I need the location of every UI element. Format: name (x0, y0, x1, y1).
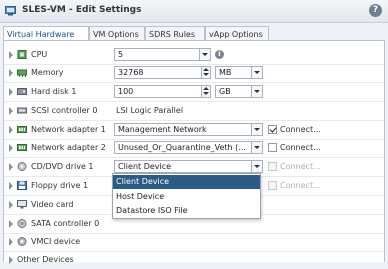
expand-arrow-icon[interactable] (9, 51, 13, 59)
device-row-network-1: Network adapter 1 Management Network Con… (4, 121, 384, 140)
memory-input[interactable]: 32768 (114, 66, 211, 79)
network-2-select[interactable]: Unused_Or_Quarantine_Veth (... (114, 141, 263, 154)
cdrom-select[interactable]: Client Device (114, 160, 263, 173)
device-row-vmci: VMCI device (4, 233, 384, 252)
chevron-down-icon[interactable] (251, 142, 262, 153)
tab-virtual-hardware[interactable]: Virtual Hardware (3, 26, 89, 41)
tab-vapp-options[interactable]: vApp Options (205, 26, 269, 41)
disk-size-input[interactable]: 100 (114, 85, 211, 98)
cdrom-dropdown-menu: Client Device Host Device Datastore ISO … (112, 173, 261, 219)
device-label: CPU (31, 50, 48, 59)
cpu-value: 5 (118, 50, 124, 59)
device-label: Memory (31, 68, 64, 77)
spinner-icon[interactable] (201, 67, 210, 78)
chevron-down-icon[interactable] (251, 67, 262, 78)
vm-icon (5, 6, 16, 16)
menu-item-datastore-iso[interactable]: Datastore ISO File (113, 204, 260, 218)
spinner-icon[interactable] (201, 86, 210, 97)
memory-value: 32768 (118, 68, 144, 77)
chevron-down-icon[interactable] (251, 161, 262, 172)
network-2-connect-checkbox[interactable] (268, 143, 277, 152)
expand-arrow-icon[interactable] (9, 238, 13, 246)
expand-arrow-icon[interactable] (9, 144, 13, 152)
help-button[interactable]: ? (369, 4, 382, 17)
hardware-panel: CPU 5 i Memory 32768 MB Hard disk 1 100 … (3, 40, 385, 264)
floppy-connect-label: Connect... (280, 181, 321, 190)
menu-item-host-device[interactable]: Host Device (113, 190, 260, 204)
cdrom-icon (17, 162, 27, 171)
network-2-connect-label: Connect... (280, 143, 321, 152)
title-bar: SLES-VM - Edit Settings ? (0, 0, 388, 23)
device-label: Other Devices (17, 255, 74, 264)
disk-icon (17, 88, 27, 95)
floppy-connect-checkbox[interactable] (268, 181, 277, 190)
expand-arrow-icon[interactable] (9, 88, 13, 96)
vmci-icon (17, 237, 27, 246)
cpu-icon (17, 50, 27, 59)
disk-size-value: 100 (118, 87, 134, 96)
info-icon[interactable]: i (215, 50, 224, 59)
expand-arrow-icon[interactable] (9, 107, 13, 115)
scsi-type-value: LSI Logic Parallel (116, 106, 184, 115)
window-title: SLES-VM - Edit Settings (22, 5, 142, 15)
network-2-value: Unused_Or_Quarantine_Veth (... (118, 143, 246, 152)
memory-unit: MB (219, 68, 232, 77)
device-label: SATA controller 0 (31, 219, 100, 228)
network-1-connect-checkbox[interactable] (268, 125, 277, 134)
tab-sdrs-rules[interactable]: SDRS Rules (145, 26, 205, 41)
device-label: SCSI controller 0 (31, 106, 98, 115)
expand-arrow-icon[interactable] (9, 182, 13, 190)
network-icon (17, 126, 27, 133)
network-1-connect-label: Connect... (280, 125, 321, 134)
device-label: Hard disk 1 (31, 87, 77, 96)
device-label: CD/DVD drive 1 (31, 162, 94, 171)
expand-arrow-icon[interactable] (9, 163, 13, 171)
network-icon (17, 144, 27, 151)
expand-arrow-icon[interactable] (9, 201, 13, 209)
cpu-select[interactable]: 5 (114, 48, 211, 61)
device-label: VMCI device (31, 237, 81, 246)
device-label: Floppy drive 1 (31, 181, 89, 190)
device-row-scsi: SCSI controller 0 LSI Logic Parallel (4, 102, 384, 121)
floppy-icon (17, 181, 27, 190)
scsi-icon (17, 107, 27, 114)
disk-unit-select[interactable]: GB (215, 85, 263, 98)
memory-unit-select[interactable]: MB (215, 66, 263, 79)
device-label: Network adapter 2 (31, 143, 106, 152)
network-1-value: Management Network (118, 125, 207, 134)
menu-item-client-device[interactable]: Client Device (113, 175, 260, 189)
device-row-network-2: Network adapter 2 Unused_Or_Quarantine_V… (4, 139, 384, 158)
chevron-down-icon[interactable] (199, 49, 210, 60)
cdrom-connect-label: Connect... (280, 162, 321, 171)
device-row-other: Other Devices (4, 251, 384, 269)
device-row-cpu: CPU 5 i (4, 46, 384, 65)
expand-arrow-icon[interactable] (9, 69, 13, 77)
sata-icon (17, 219, 27, 228)
device-label: Video card (31, 200, 74, 209)
cdrom-value: Client Device (118, 162, 172, 171)
device-row-hard-disk: Hard disk 1 100 GB (4, 83, 384, 102)
tab-vm-options[interactable]: VM Options (89, 26, 145, 41)
cdrom-connect-checkbox[interactable] (268, 162, 277, 171)
device-label: Network adapter 1 (31, 125, 106, 134)
expand-arrow-icon[interactable] (9, 256, 13, 264)
video-icon (17, 200, 27, 209)
memory-icon (17, 69, 27, 77)
chevron-down-icon[interactable] (251, 86, 262, 97)
device-row-memory: Memory 32768 MB (4, 64, 384, 83)
network-1-select[interactable]: Management Network (114, 123, 263, 136)
expand-arrow-icon[interactable] (9, 126, 13, 134)
disk-unit: GB (219, 87, 231, 96)
expand-arrow-icon[interactable] (9, 220, 13, 228)
chevron-down-icon[interactable] (251, 124, 262, 135)
